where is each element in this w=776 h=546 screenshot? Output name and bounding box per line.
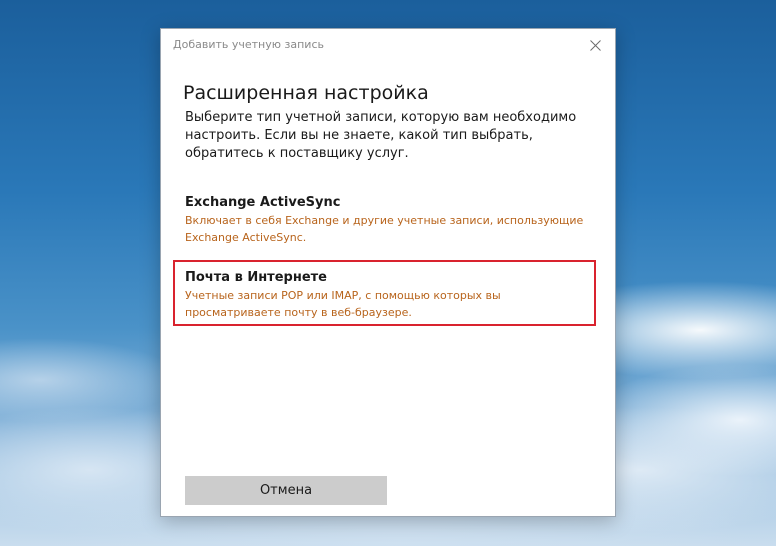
title-bar: Добавить учетную запись: [161, 29, 615, 61]
cancel-button[interactable]: Отмена: [185, 476, 387, 505]
close-icon: [589, 39, 601, 51]
option-title: Почта в Интернете: [185, 270, 327, 285]
close-button[interactable]: [581, 33, 609, 57]
option-internet-mail[interactable]: Почта в Интернете Учетные записи POP или…: [185, 269, 593, 321]
option-description: Учетные записи POP или IMAP, с помощью к…: [185, 289, 501, 319]
option-title: Exchange ActiveSync: [185, 195, 341, 210]
add-account-dialog: Добавить учетную запись Расширенная наст…: [160, 28, 616, 517]
option-description: Включает в себя Exchange и другие учетны…: [185, 214, 584, 244]
page-title: Расширенная настройка: [183, 82, 429, 104]
page-description: Выберите тип учетной записи, которую вам…: [185, 110, 577, 161]
window-title: Добавить учетную запись: [173, 38, 324, 51]
option-exchange-activesync[interactable]: Exchange ActiveSync Включает в себя Exch…: [185, 194, 593, 246]
